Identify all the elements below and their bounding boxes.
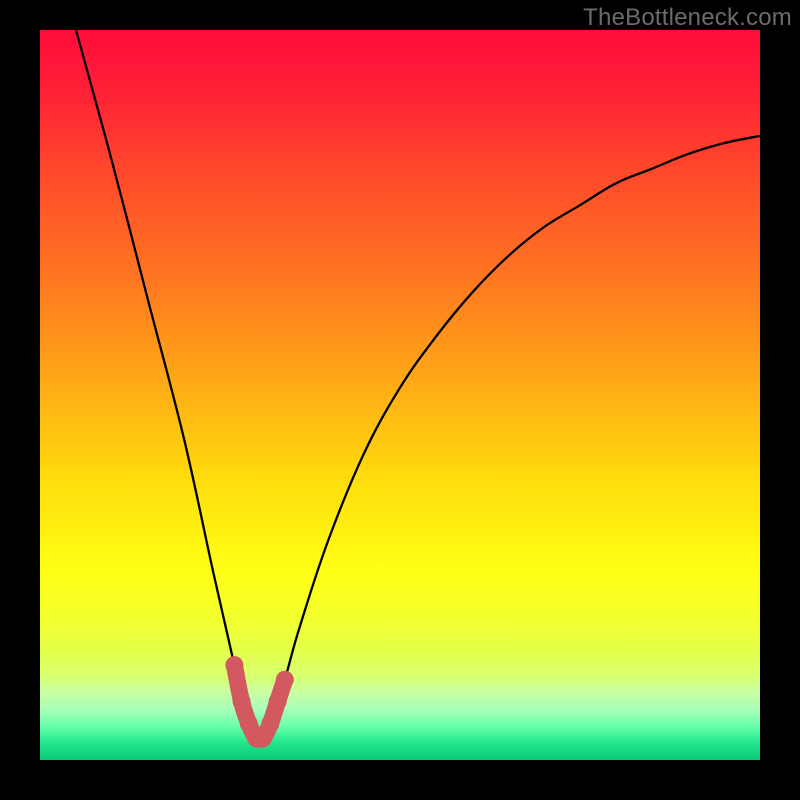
watermark-text: TheBottleneck.com [583, 4, 792, 32]
highlight-bead [233, 693, 251, 711]
highlight-bead [225, 656, 243, 674]
curve-layer [40, 30, 760, 760]
highlight-bead [269, 693, 287, 711]
bottleneck-curve [76, 30, 760, 740]
highlight-bead [276, 671, 294, 689]
chart-frame: TheBottleneck.com [0, 0, 800, 800]
highlight-dots [225, 656, 293, 747]
highlight-bead [261, 715, 279, 733]
plot-area [40, 30, 760, 760]
